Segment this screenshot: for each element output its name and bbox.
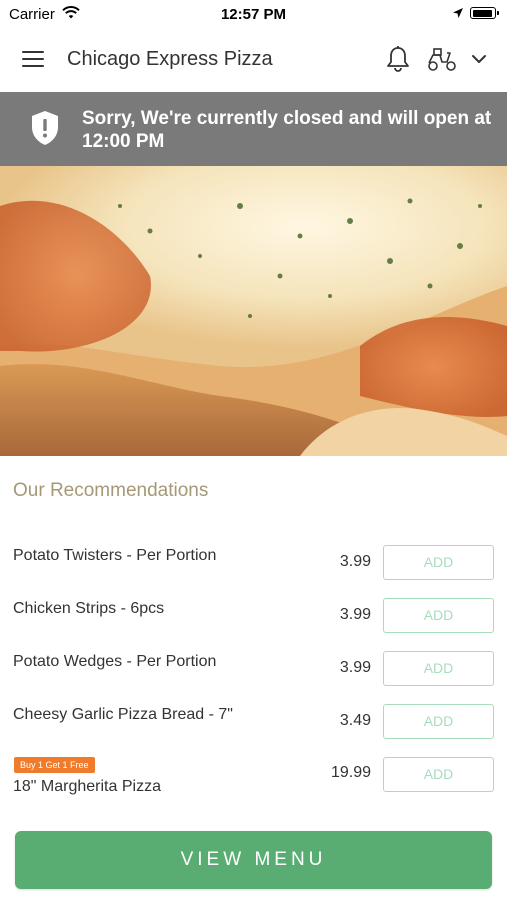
menu-icon[interactable]: [22, 51, 44, 69]
page-title: Chicago Express Pizza: [67, 48, 273, 70]
list-item: Potato Twisters - Per Portion 3.99 ADD: [0, 545, 507, 598]
bell-icon[interactable]: [385, 45, 411, 73]
item-price: 3.99: [339, 606, 371, 623]
status-bar: Carrier 12:57 PM: [0, 0, 507, 28]
item-price: 19.99: [330, 764, 371, 781]
chevron-down-icon[interactable]: [470, 50, 488, 68]
closed-banner: Sorry, We're currently closed and will o…: [0, 92, 507, 166]
list-item: Potato Wedges - Per Portion 3.99 ADD: [0, 651, 507, 704]
hero-pizza-image: [0, 166, 507, 456]
add-button[interactable]: ADD: [383, 598, 494, 633]
item-name: Potato Twisters - Per Portion: [13, 547, 217, 564]
shield-icon: [30, 110, 60, 146]
location-arrow-icon: [452, 6, 464, 23]
item-name: Cheesy Garlic Pizza Bread - 7": [13, 706, 233, 723]
list-item: Cheesy Garlic Pizza Bread - 7" 3.49 ADD: [0, 704, 507, 757]
add-button[interactable]: ADD: [383, 651, 494, 686]
closed-message: Sorry, We're currently closed and will o…: [82, 108, 492, 152]
promo-badge: Buy 1 Get 1 Free: [14, 757, 95, 773]
recommendations-title: Our Recommendations: [13, 480, 209, 501]
item-price: 3.99: [339, 659, 371, 676]
item-name: Chicken Strips - 6pcs: [13, 600, 165, 617]
list-item: Buy 1 Get 1 Free 18" Margherita Pizza 19…: [0, 757, 507, 810]
add-button[interactable]: ADD: [383, 545, 494, 580]
view-menu-button[interactable]: VIEW MENU: [15, 831, 492, 889]
item-name: Potato Wedges - Per Portion: [13, 653, 217, 670]
app-header: Chicago Express Pizza: [0, 28, 507, 92]
item-price: 3.49: [339, 712, 371, 729]
status-time: 12:57 PM: [220, 6, 287, 23]
add-button[interactable]: ADD: [383, 704, 494, 739]
add-button[interactable]: ADD: [383, 757, 494, 792]
scooter-icon[interactable]: [426, 45, 458, 73]
item-name: 18" Margherita Pizza: [13, 778, 161, 795]
item-price: 3.99: [339, 553, 371, 570]
battery-icon: [470, 7, 499, 19]
list-item: Chicken Strips - 6pcs 3.99 ADD: [0, 598, 507, 651]
